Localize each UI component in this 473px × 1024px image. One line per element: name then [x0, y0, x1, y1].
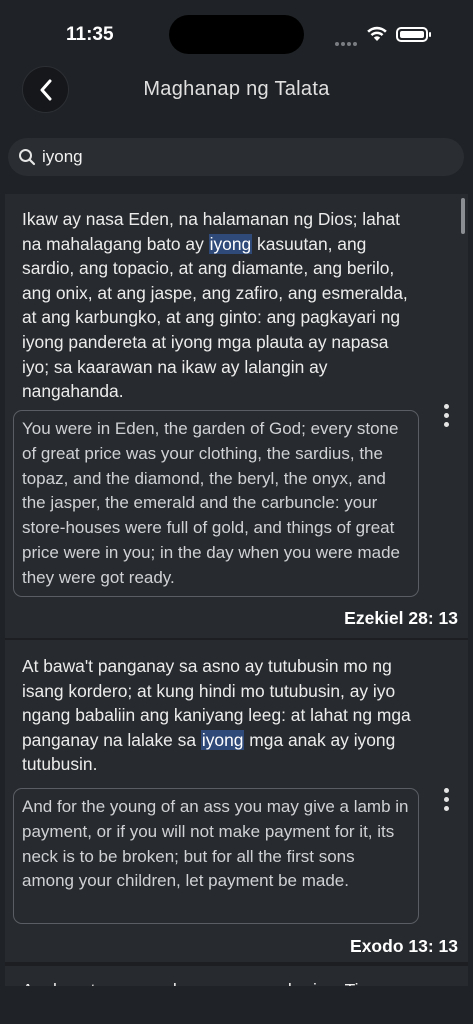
more-vertical-icon[interactable]: [442, 404, 450, 430]
page-title: Maghanap ng Talata: [143, 78, 330, 100]
results-list[interactable]: Ikaw ay nasa Eden, na halamanan ng Dios;…: [5, 194, 468, 986]
result-card[interactable]: At bawa't panganay sa asno ay tutubusin …: [5, 640, 468, 964]
result-card[interactable]: Anak ng tao, panaghuyan mo ang hari sa T…: [5, 964, 468, 986]
search-icon: [19, 149, 36, 166]
wifi-icon: [367, 26, 387, 41]
verse-reference: Exodo 13: 13: [350, 936, 458, 956]
verse-text-tagalog: Ikaw ay nasa Eden, na halamanan ng Dios;…: [22, 209, 408, 402]
status-time: 11:35: [66, 24, 114, 45]
search-input[interactable]: [42, 147, 442, 167]
verse-translation: And for the young of an ass you may give…: [13, 788, 419, 924]
search-highlight: iyong: [208, 233, 253, 254]
signal-icon: [335, 33, 359, 46]
bottom-area: [0, 986, 473, 1024]
battery-icon: [396, 27, 431, 42]
verse-text-tagalog: At bawa't panganay sa asno ay tutubusin …: [22, 656, 411, 775]
search-highlight: iyong: [200, 729, 245, 750]
scrollbar[interactable]: [461, 198, 465, 234]
search-bar[interactable]: [8, 138, 464, 176]
result-card[interactable]: Ikaw ay nasa Eden, na halamanan ng Dios;…: [5, 194, 468, 640]
more-vertical-icon[interactable]: [442, 788, 450, 814]
header: Maghanap ng Talata: [0, 64, 473, 118]
verse-translation: You were in Eden, the garden of God; eve…: [13, 410, 419, 597]
verse-reference: Ezekiel 28: 13: [344, 608, 458, 628]
verse-text-tagalog: Anak ng tao, panaghuyan mo ang hari sa T…: [22, 978, 412, 986]
status-bar: 11:35: [0, 0, 473, 70]
dynamic-island: [169, 15, 304, 54]
